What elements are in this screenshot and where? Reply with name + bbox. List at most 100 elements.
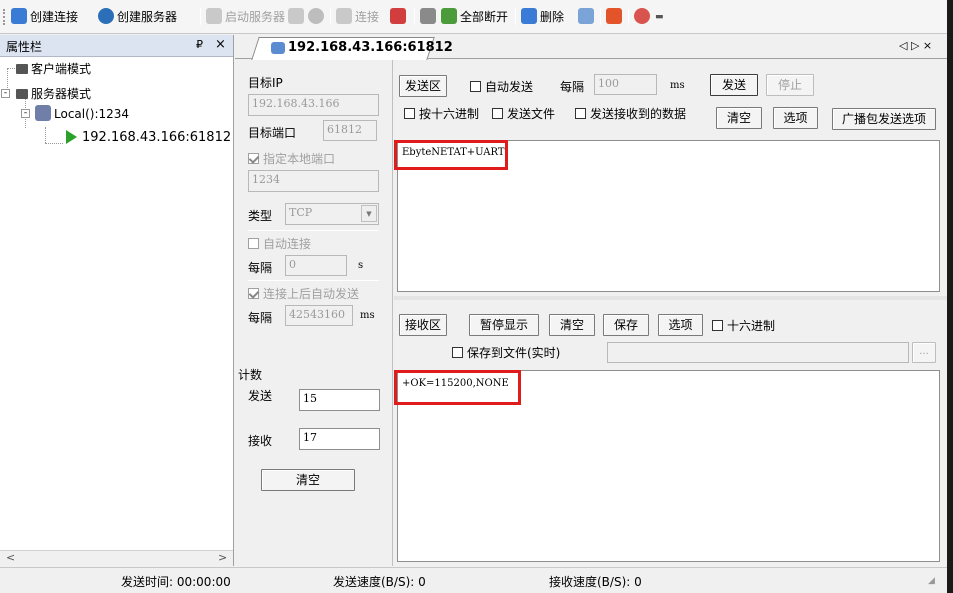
hex-receive-checkbox[interactable]: 十六进制 bbox=[712, 317, 775, 334]
cancel-button[interactable] bbox=[308, 7, 327, 27]
chevron-down-icon: ▼ bbox=[361, 205, 377, 222]
tab-nav-icons[interactable]: ◁ ▷ × bbox=[899, 39, 932, 52]
toolbar-separator bbox=[600, 8, 601, 25]
stop-server-button[interactable] bbox=[288, 7, 307, 27]
tree-expander-icon[interactable]: - bbox=[21, 109, 30, 118]
receive-save-button[interactable]: 保存 bbox=[603, 314, 649, 336]
sidebar: 属性栏 ₽ × 客户端模式 - 服务器模式 - Local():1234 192… bbox=[0, 35, 234, 566]
tree-expander-icon[interactable]: - bbox=[1, 89, 10, 98]
disconnect-all-button[interactable]: 全部断开 bbox=[441, 7, 508, 27]
auto-send-checkbox[interactable]: 连接上后自动发送 bbox=[248, 285, 359, 302]
start-server-button[interactable]: 启动服务器 bbox=[206, 7, 285, 27]
help-button[interactable] bbox=[634, 7, 653, 27]
interval-label: 每隔 bbox=[248, 261, 273, 275]
scroll-right-icon[interactable]: > bbox=[218, 551, 227, 564]
send-interval-field[interactable]: 100 bbox=[594, 74, 657, 95]
disconnect-button[interactable] bbox=[390, 7, 409, 27]
receive-highlight-box bbox=[394, 370, 521, 405]
hex-send-checkbox[interactable]: 按十六进制 bbox=[404, 105, 479, 122]
users-icon bbox=[35, 105, 51, 121]
type-select[interactable]: TCP ▼ bbox=[285, 203, 379, 225]
checkbox-icon bbox=[492, 108, 503, 119]
tree-item-server-mode[interactable]: 服务器模式 bbox=[16, 85, 91, 103]
tree-item-connection[interactable]: 192.168.43.166:61812 bbox=[66, 130, 231, 148]
target-port-label: 目标端口 bbox=[248, 126, 297, 140]
toolbar-separator bbox=[200, 8, 201, 25]
tree-item-client-mode[interactable]: 客户端模式 bbox=[16, 60, 91, 78]
send-highlight-box bbox=[394, 140, 508, 170]
checkbox-icon bbox=[470, 81, 481, 92]
resize-grip-icon[interactable]: ◢ bbox=[928, 576, 935, 586]
delete-icon bbox=[521, 8, 537, 24]
recv-count-label: 接收 bbox=[248, 434, 273, 448]
target-port-field[interactable]: 61812 bbox=[323, 120, 377, 141]
tab-connection-label[interactable]: 192.168.43.166:61812 bbox=[271, 40, 453, 55]
recv-count-field[interactable]: 17 bbox=[299, 428, 380, 450]
auto-connect-checkbox[interactable]: 自动连接 bbox=[248, 235, 311, 252]
auto-send-toggle[interactable]: 自动发送 bbox=[470, 78, 533, 95]
send-time-status: 发送时间: 00:00:00 bbox=[121, 575, 231, 589]
send-received-checkbox[interactable]: 发送接收到的数据 bbox=[575, 105, 686, 122]
create-connection-button[interactable]: 创建连接 bbox=[11, 7, 78, 27]
send-options-button[interactable]: 选项 bbox=[773, 107, 818, 129]
toolbar-separator bbox=[628, 8, 629, 25]
send-area-label: 发送区 bbox=[399, 75, 447, 97]
send-count-field[interactable]: 15 bbox=[299, 389, 380, 411]
send-file-checkbox[interactable]: 发送文件 bbox=[492, 105, 555, 122]
target-ip-field[interactable]: 192.168.43.166 bbox=[248, 94, 379, 116]
delete-all-button[interactable] bbox=[578, 7, 597, 27]
send-panel: 发送区 自动发送 每隔 100 ms 发送 停止 按十六进制 发送文件 发送接收… bbox=[394, 60, 947, 296]
toolbar-overflow-icon[interactable]: ▬ bbox=[655, 7, 664, 27]
tree-item-local[interactable]: Local():1234 bbox=[35, 105, 129, 123]
pause-display-button[interactable]: 暂停显示 bbox=[469, 314, 539, 336]
interval-field[interactable]: 0 bbox=[285, 255, 347, 276]
send-clear-button[interactable]: 清空 bbox=[716, 107, 762, 129]
sidebar-header: 属性栏 ₽ × bbox=[0, 35, 233, 57]
interval2-field[interactable]: 42543160 bbox=[285, 305, 353, 326]
send-button[interactable]: 发送 bbox=[710, 74, 758, 96]
sidebar-scrollbar[interactable]: < > bbox=[0, 550, 233, 566]
toolbar-separator bbox=[330, 8, 331, 25]
monitor-icon bbox=[16, 64, 28, 74]
settings-panel: 目标IP 192.168.43.166 目标端口 61812 指定本地端口 12… bbox=[235, 60, 393, 566]
stop-server-icon bbox=[288, 8, 304, 24]
recv-speed-status: 接收速度(B/S): 0 bbox=[549, 575, 642, 589]
checkbox-icon bbox=[248, 238, 259, 249]
toolbar: 创建连接 创建服务器 启动服务器 连接 全部断开 删除 ▬ bbox=[0, 0, 953, 34]
checkbox-icon bbox=[248, 153, 259, 164]
send-interval-unit: ms bbox=[670, 80, 685, 91]
receive-options-button[interactable]: 选项 bbox=[658, 314, 703, 336]
stop-send-button[interactable]: 停止 bbox=[766, 74, 814, 96]
pin-icon[interactable]: ₽ bbox=[196, 38, 203, 51]
tree-line bbox=[45, 127, 46, 143]
send-speed-status: 发送速度(B/S): 0 bbox=[333, 575, 426, 589]
connect-button[interactable]: 连接 bbox=[336, 7, 379, 27]
tree-line bbox=[45, 143, 63, 144]
stop-button[interactable] bbox=[606, 7, 625, 27]
save-path-field[interactable] bbox=[607, 342, 909, 363]
checkbox-icon bbox=[404, 108, 415, 119]
delete-button[interactable]: 删除 bbox=[521, 7, 564, 27]
checkbox-icon bbox=[712, 320, 723, 331]
checkbox-icon bbox=[575, 108, 586, 119]
connection-icon bbox=[271, 42, 285, 54]
status-bar: 发送时间: 00:00:00 发送速度(B/S): 0 接收速度(B/S): 0… bbox=[0, 567, 947, 593]
create-server-button[interactable]: 创建服务器 bbox=[98, 7, 177, 27]
counter-clear-button[interactable]: 清空 bbox=[261, 469, 355, 491]
receive-clear-button[interactable]: 清空 bbox=[549, 314, 595, 336]
broadcast-options-button[interactable]: 广播包发送选项 bbox=[832, 108, 936, 130]
play-icon bbox=[66, 130, 77, 144]
create-connection-icon bbox=[11, 8, 27, 24]
local-port-field[interactable]: 1234 bbox=[248, 170, 379, 192]
local-port-checkbox[interactable]: 指定本地端口 bbox=[248, 150, 335, 167]
disconnect-some-button[interactable] bbox=[420, 7, 439, 27]
connect-icon bbox=[336, 8, 352, 24]
disconnect-some-icon bbox=[420, 8, 436, 24]
disconnect-all-icon bbox=[441, 8, 457, 24]
scroll-left-icon[interactable]: < bbox=[6, 551, 15, 564]
interval-unit: s bbox=[358, 260, 364, 271]
toolbar-separator bbox=[414, 8, 415, 25]
browse-button[interactable]: ... bbox=[912, 342, 936, 363]
close-icon[interactable]: × bbox=[215, 37, 226, 52]
save-to-file-checkbox[interactable]: 保存到文件(实时) bbox=[452, 344, 560, 361]
